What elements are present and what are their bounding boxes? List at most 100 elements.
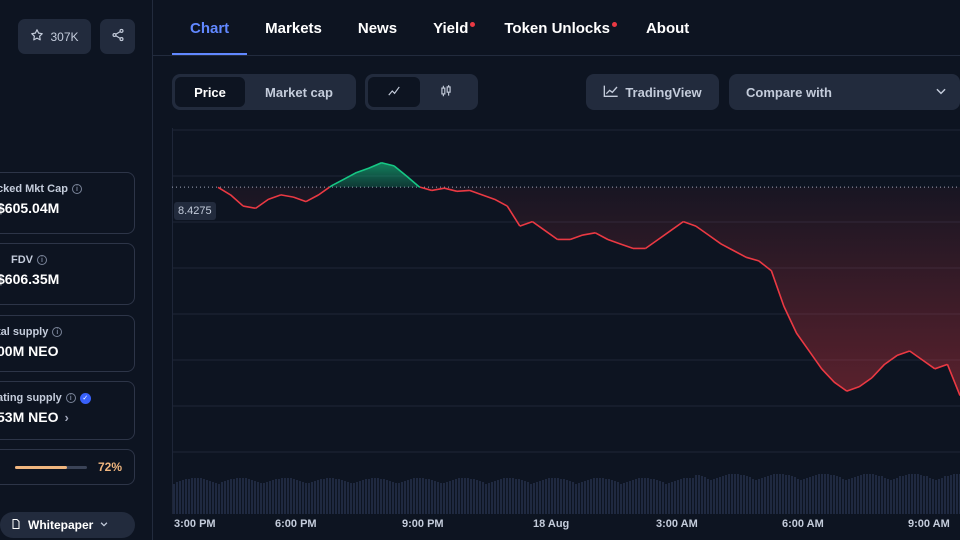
volume-bar [761, 478, 763, 514]
chevron-down-icon [934, 84, 948, 101]
volume-bar [647, 478, 649, 514]
volume-bar [431, 480, 433, 514]
compare-with-dropdown[interactable]: Compare with [729, 74, 960, 110]
volume-bar [569, 481, 571, 514]
volume-bar [311, 482, 313, 514]
tab-markets[interactable]: Markets [247, 0, 340, 56]
tradingview-button[interactable]: TradingView [586, 74, 719, 110]
volume-bar [686, 478, 688, 514]
info-icon[interactable]: i [37, 255, 47, 265]
volume-bar [314, 481, 316, 514]
x-tick-label: 3:00 AM [656, 518, 698, 530]
watchlist-button[interactable]: 307K [18, 19, 91, 54]
info-icon[interactable]: i [65, 393, 76, 403]
volume-bar [866, 474, 868, 514]
volume-bar [434, 481, 436, 514]
line-chart-toggle[interactable] [368, 77, 420, 107]
volume-bar [572, 482, 574, 514]
candlestick-toggle[interactable] [420, 77, 472, 107]
volume-bar [836, 476, 838, 514]
volume-bar [440, 483, 442, 514]
volume-bar [452, 480, 454, 514]
volume-bar [338, 479, 340, 514]
volume-bar [599, 478, 601, 514]
volume-bar [407, 480, 409, 514]
volume-bar [470, 479, 472, 514]
volume-bar [776, 474, 778, 514]
volume-bar [773, 474, 775, 514]
volume-bar [293, 479, 295, 514]
volume-bar [611, 480, 613, 514]
volume-bar [827, 474, 829, 514]
stat-value: $606.35M [0, 271, 60, 287]
volume-bar [953, 474, 955, 514]
volume-bar [536, 482, 538, 514]
x-tick-label: 18 Aug [533, 518, 570, 530]
volume-bar [833, 475, 835, 514]
volume-bar [362, 480, 364, 514]
chart-line-icon [603, 84, 619, 101]
tab-news[interactable]: News [340, 0, 415, 56]
volume-bar [284, 478, 286, 514]
volume-bar [194, 478, 196, 514]
volume-bar [815, 475, 817, 514]
tab-token-unlocks[interactable]: Token Unlocks [486, 0, 628, 56]
tab-label: Markets [265, 19, 322, 37]
tab-label: Chart [190, 19, 230, 37]
volume-bar [476, 480, 478, 514]
volume-bar [368, 479, 370, 514]
info-icon[interactable]: i [71, 184, 82, 194]
volume-bar [860, 475, 862, 514]
volume-bar [542, 480, 544, 514]
volume-bar [248, 479, 250, 514]
compare-label: Compare with [746, 84, 832, 100]
price-marketcap-toggle: Price Market cap [172, 74, 356, 110]
volume-bar [269, 481, 271, 514]
volume-bar [413, 478, 415, 514]
share-button[interactable] [100, 19, 135, 54]
left-sidebar: 307K cked Mkt Cap i $605.04M FDV i $606.35… [0, 0, 153, 540]
volume-bar [383, 479, 385, 514]
volume-bar [857, 476, 859, 514]
chevron-right-icon[interactable]: › [64, 410, 68, 425]
volume-bar [395, 483, 397, 514]
stat-value: 00M NEO [0, 343, 59, 359]
volume-bar [695, 475, 697, 514]
supply-progress-percent: 72% [97, 460, 122, 474]
volume-bar [317, 480, 319, 514]
volume-bar [650, 479, 652, 514]
volume-bar [308, 483, 310, 514]
volume-bar [767, 476, 769, 514]
info-icon[interactable]: i [52, 327, 63, 337]
volume-bar [557, 478, 559, 514]
tab-label: Token Unlocks [504, 19, 610, 37]
volume-bar [347, 482, 349, 514]
volume-bar [854, 477, 856, 514]
volume-bar [743, 475, 745, 514]
tab-about[interactable]: About [628, 0, 707, 56]
volume-bar [185, 479, 187, 514]
volume-bar [323, 479, 325, 514]
volume-bar [620, 484, 622, 514]
volume-bar [251, 480, 253, 514]
volume-bar [791, 476, 793, 514]
volume-bar [272, 480, 274, 514]
volume-bar [938, 479, 940, 514]
stat-card-fdv: FDV i $606.35M [0, 243, 135, 305]
volume-bar [404, 481, 406, 514]
tab-yield[interactable]: Yield [415, 0, 486, 56]
tab-chart[interactable]: Chart [172, 0, 248, 56]
volume-bar [656, 480, 658, 514]
volume-bar [716, 478, 718, 514]
volume-bar [191, 478, 193, 514]
price-toggle[interactable]: Price [175, 77, 245, 107]
volume-bar [224, 481, 226, 514]
volume-bar [587, 480, 589, 514]
volume-bar [467, 478, 469, 514]
price-chart[interactable] [172, 128, 960, 514]
volume-bar [386, 480, 388, 514]
volume-bar [461, 478, 463, 514]
market-cap-toggle[interactable]: Market cap [245, 77, 353, 107]
volume-bar [422, 478, 424, 514]
volume-bar [539, 481, 541, 514]
